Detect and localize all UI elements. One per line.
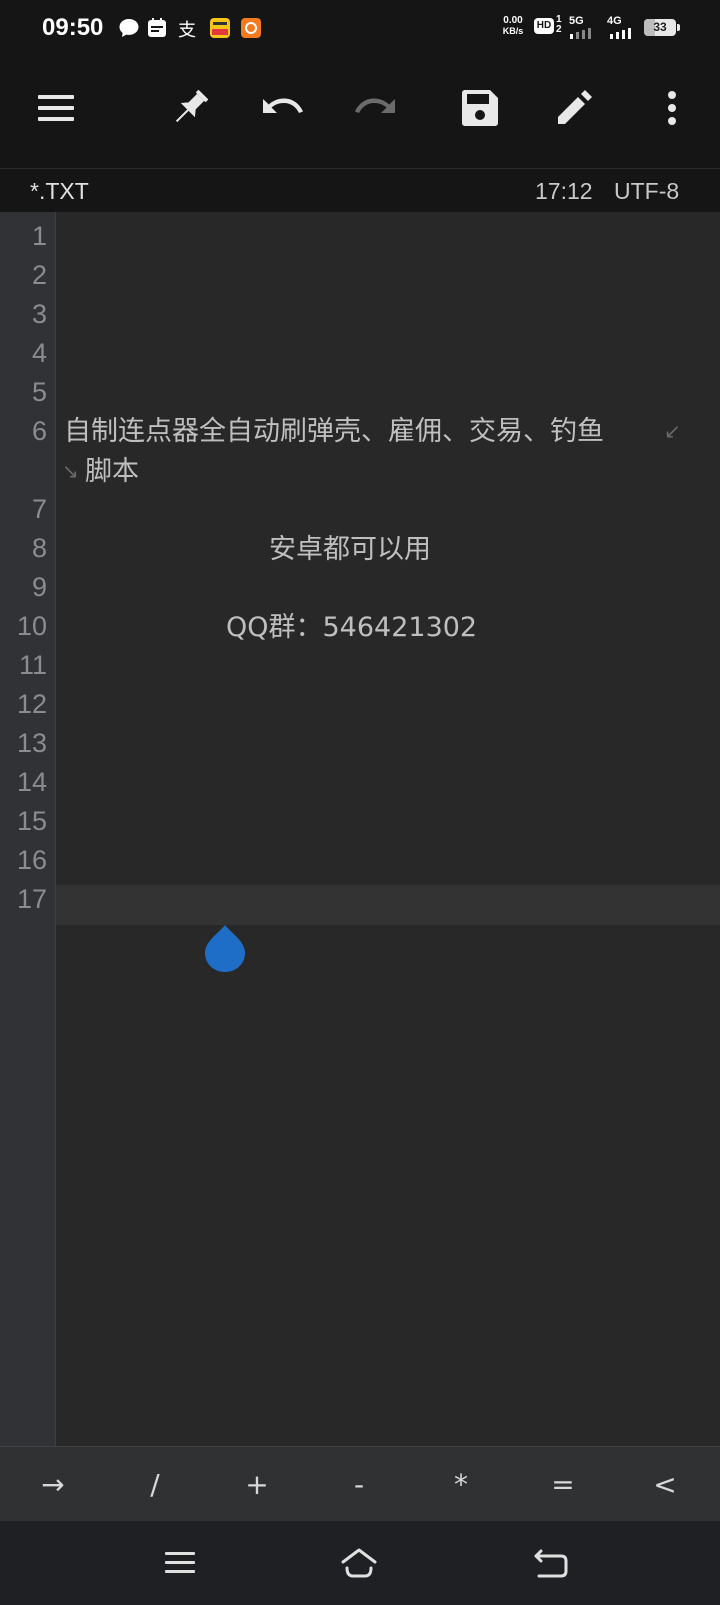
calendar-icon bbox=[146, 17, 168, 43]
line-number: 5 bbox=[31, 377, 47, 407]
hd-sub-bottom: 2 bbox=[556, 24, 562, 35]
line-number: 16 bbox=[16, 845, 47, 875]
battery-icon: 33 bbox=[644, 19, 676, 36]
meituan-icon bbox=[209, 17, 231, 43]
line-number: 15 bbox=[16, 806, 47, 836]
home-button[interactable] bbox=[334, 1539, 384, 1587]
menu-icon bbox=[38, 95, 74, 121]
symbol-key-slash[interactable]: / bbox=[104, 1447, 206, 1522]
sim2-signal-icon bbox=[610, 25, 640, 39]
network-speed-unit: KB/s bbox=[502, 26, 524, 36]
line-number: 9 bbox=[31, 572, 47, 602]
pin-button[interactable] bbox=[162, 80, 218, 136]
line-number: 13 bbox=[16, 728, 47, 758]
more-options-button[interactable] bbox=[644, 80, 700, 136]
symbol-key-less-than[interactable]: < bbox=[614, 1447, 716, 1522]
app-icon bbox=[240, 17, 262, 43]
symbol-key-plus[interactable]: + bbox=[206, 1447, 308, 1522]
file-name[interactable]: *.TXT bbox=[30, 178, 89, 205]
line-number: 8 bbox=[31, 533, 47, 563]
home-icon bbox=[341, 1548, 377, 1578]
symbol-key-minus[interactable]: - bbox=[308, 1447, 410, 1522]
status-time: 09:50 bbox=[42, 14, 104, 41]
line-number: 10 bbox=[16, 611, 47, 641]
line-number: 14 bbox=[16, 767, 47, 797]
save-icon bbox=[462, 90, 498, 126]
file-encoding[interactable]: UTF-8 bbox=[614, 178, 679, 205]
recent-apps-button[interactable] bbox=[155, 1539, 205, 1587]
hd-sim-indicator: 1 2 bbox=[556, 15, 562, 35]
wrap-end-icon: ↙ bbox=[664, 419, 681, 443]
system-navigation-bar bbox=[0, 1521, 720, 1605]
line-number: 17 bbox=[16, 884, 47, 914]
battery-level: 33 bbox=[653, 20, 667, 34]
current-line-highlight bbox=[56, 885, 720, 925]
line-number: 7 bbox=[31, 494, 47, 524]
editor-toolbar bbox=[0, 58, 720, 168]
file-info-bar: *.TXT 17:12 UTF-8 bbox=[0, 168, 720, 213]
line-number-gutter: 1 2 3 4 5 6 7 8 9 10 11 12 13 14 15 16 17 bbox=[0, 212, 56, 1447]
network-speed-value: 0.00 bbox=[503, 15, 523, 26]
chat-bubble-icon bbox=[118, 17, 140, 43]
alipay-icon: 支 bbox=[178, 20, 196, 41]
more-icon bbox=[668, 91, 676, 125]
editor-line-6-text[interactable]: 自制连点器全自动刷弹壳、雇佣、交易、钓鱼 bbox=[64, 412, 604, 451]
line-number: 4 bbox=[31, 338, 47, 368]
editor-line-6-wrapped-text[interactable]: 脚本 bbox=[85, 452, 139, 491]
line-number: 12 bbox=[16, 689, 47, 719]
editor-line-8-text[interactable]: 安卓都可以用 bbox=[269, 530, 431, 569]
undo-button[interactable] bbox=[254, 80, 310, 136]
cursor-handle-icon bbox=[205, 925, 245, 972]
back-button[interactable] bbox=[526, 1539, 576, 1587]
symbol-key-equals[interactable]: = bbox=[512, 1447, 614, 1522]
sim1-signal-icon bbox=[570, 25, 600, 39]
line-number: 11 bbox=[18, 650, 47, 680]
battery-tip bbox=[677, 24, 680, 31]
editor-line-10-text[interactable]: QQ群：546421302 bbox=[226, 608, 477, 647]
edit-icon bbox=[558, 90, 592, 124]
edit-button[interactable] bbox=[546, 80, 602, 136]
line-number: 6 bbox=[31, 416, 47, 446]
recent-apps-icon bbox=[165, 1552, 195, 1573]
symbol-key-arrow[interactable]: → bbox=[2, 1447, 104, 1522]
symbol-key-asterisk[interactable]: * bbox=[410, 1447, 512, 1522]
network-speed: 0.00 KB/s bbox=[498, 15, 528, 37]
status-bar: 09:50 支 0.00 KB/s HD 1 2 5G 4G 33 bbox=[0, 0, 720, 58]
symbol-input-bar: → / + - * = < bbox=[0, 1446, 720, 1522]
text-editor-area[interactable] bbox=[56, 212, 720, 1447]
line-number: 2 bbox=[31, 260, 47, 290]
menu-button[interactable] bbox=[28, 80, 84, 136]
cursor-position: 17:12 bbox=[535, 178, 593, 204]
line-number: 3 bbox=[31, 299, 47, 329]
pin-icon bbox=[175, 90, 208, 123]
line-number: 1 bbox=[31, 221, 47, 251]
back-icon bbox=[534, 1549, 568, 1578]
undo-icon bbox=[263, 98, 303, 113]
wrap-start-icon: ↘ bbox=[62, 459, 79, 483]
redo-icon bbox=[355, 98, 395, 113]
cursor-drag-handle[interactable] bbox=[205, 925, 245, 973]
save-button[interactable] bbox=[452, 80, 508, 136]
hd-voice-badge: HD bbox=[534, 18, 554, 34]
redo-button[interactable] bbox=[348, 80, 404, 136]
